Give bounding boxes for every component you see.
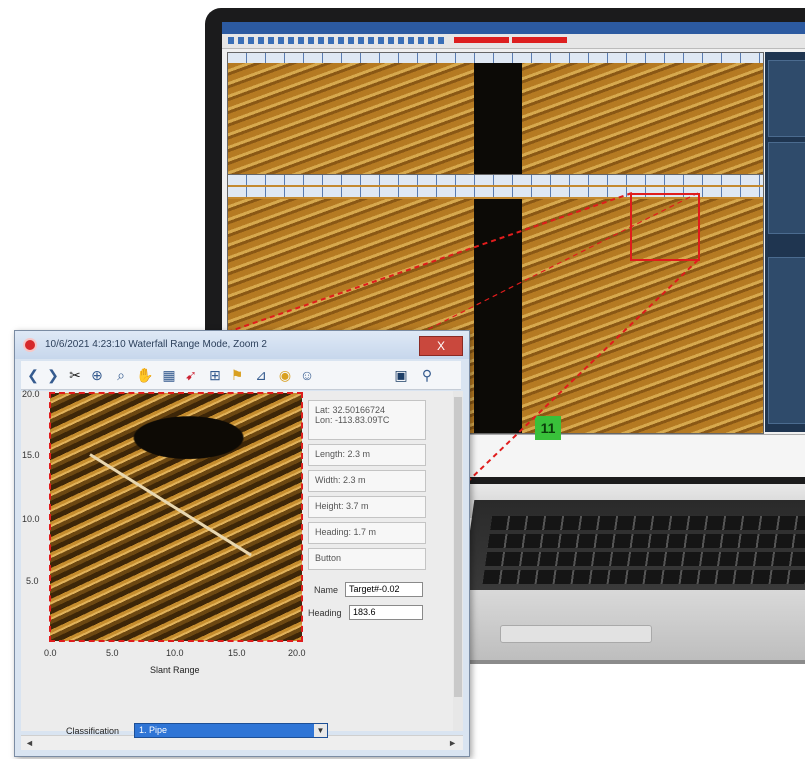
zoom-window-titlebar[interactable]: 10/6/2021 4:23:10 Waterfall Range Mode, … bbox=[15, 331, 469, 359]
hand-icon[interactable]: ✋ bbox=[135, 365, 155, 385]
side-panel-view[interactable] bbox=[768, 60, 805, 137]
toolbar-icon[interactable] bbox=[238, 37, 244, 44]
zoom-image-border bbox=[49, 392, 303, 642]
chat-icon[interactable]: ☺ bbox=[297, 365, 317, 385]
status-bar-red bbox=[454, 37, 509, 43]
x-tick-label: 10.0 bbox=[166, 648, 184, 658]
trackpad bbox=[500, 625, 652, 643]
length-field: Length: 2.3 m bbox=[308, 444, 426, 466]
vertical-scrollbar[interactable] bbox=[453, 391, 463, 731]
toolbar-icon[interactable] bbox=[248, 37, 254, 44]
scroll-right-icon[interactable]: ► bbox=[448, 738, 457, 748]
toolbar-icon[interactable] bbox=[418, 37, 424, 44]
flag-icon[interactable]: ⚑ bbox=[227, 365, 247, 385]
range-ruler bbox=[228, 175, 763, 185]
app-icon bbox=[23, 338, 37, 352]
range-ruler bbox=[228, 53, 763, 63]
x-axis-label: Slant Range bbox=[150, 665, 200, 675]
y-tick-label: 5.0 bbox=[26, 576, 39, 586]
name-label: Name bbox=[314, 585, 339, 595]
toolbar-icon[interactable] bbox=[308, 37, 314, 44]
toolbar-icon[interactable] bbox=[288, 37, 294, 44]
keyboard bbox=[461, 500, 805, 590]
zoom-toolbar: ❮ ❯ ✂ ⊕ ⌕ ✋ ▦ ➹ ⊞ ⚑ ⊿ ◉ ☺ ▣ ⚲ bbox=[21, 361, 461, 390]
width-field: Width: 2.3 m bbox=[308, 470, 426, 492]
pin-icon[interactable]: ⚲ bbox=[417, 365, 437, 385]
scissors-icon[interactable]: ✂ bbox=[65, 365, 85, 385]
position-field: Lat: 32.50166724 Lon: -113.83.09TC bbox=[308, 400, 426, 440]
toolbar-icon[interactable] bbox=[408, 37, 414, 44]
toolbar-icon[interactable] bbox=[348, 37, 354, 44]
toolbar-icon[interactable] bbox=[368, 37, 374, 44]
toolbar-icon[interactable] bbox=[428, 37, 434, 44]
classification-select[interactable]: 1. Pipe ▼ bbox=[134, 723, 328, 738]
lon-value: Lon: -113.83.09TC bbox=[315, 415, 390, 425]
toolbar-icon[interactable] bbox=[278, 37, 284, 44]
zoom-selection-box[interactable] bbox=[630, 193, 700, 261]
chevron-down-icon[interactable]: ▼ bbox=[314, 724, 327, 737]
key-row bbox=[482, 570, 805, 584]
grid-icon[interactable]: ▦ bbox=[159, 365, 179, 385]
app-toolbar bbox=[222, 34, 805, 49]
toolbar-icon[interactable] bbox=[378, 37, 384, 44]
side-panel-view[interactable] bbox=[768, 257, 805, 424]
scroll-left-icon[interactable]: ◄ bbox=[25, 738, 34, 748]
toolbar-icon[interactable] bbox=[338, 37, 344, 44]
status-indicator: 11 bbox=[535, 416, 561, 440]
toolbar-icon[interactable] bbox=[268, 37, 274, 44]
toolbar-icon[interactable] bbox=[258, 37, 264, 44]
heading-field: Heading: 1.7 m bbox=[308, 522, 426, 544]
key-row bbox=[485, 552, 805, 566]
x-tick-label: 15.0 bbox=[228, 648, 246, 658]
key-row bbox=[487, 534, 805, 548]
sonar-image[interactable] bbox=[228, 63, 763, 175]
forward-icon[interactable]: ❯ bbox=[43, 365, 63, 385]
key-row bbox=[490, 516, 805, 530]
cursor-icon[interactable]: ➹ bbox=[181, 365, 201, 385]
status-bar-red bbox=[512, 37, 567, 43]
side-panel-view[interactable] bbox=[768, 142, 805, 234]
back-icon[interactable]: ❮ bbox=[23, 365, 43, 385]
toolbar-icon[interactable] bbox=[438, 37, 444, 44]
y-tick-label: 10.0 bbox=[22, 514, 40, 524]
chart-icon[interactable]: ⊿ bbox=[251, 365, 271, 385]
y-tick-label: 15.0 bbox=[22, 450, 40, 460]
classification-label: Classification bbox=[66, 726, 120, 736]
magnify-icon[interactable]: ⌕ bbox=[111, 365, 131, 385]
layout-icon[interactable]: ⊞ bbox=[205, 365, 225, 385]
toolbar-icon[interactable] bbox=[298, 37, 304, 44]
height-field: Height: 3.7 m bbox=[308, 496, 426, 518]
y-tick-label: 20.0 bbox=[22, 389, 40, 399]
lat-value: Lat: 32.50166724 bbox=[315, 405, 386, 415]
x-tick-label: 20.0 bbox=[288, 648, 306, 658]
heading-input[interactable]: 183.6 bbox=[349, 605, 423, 620]
camera-icon[interactable]: ◉ bbox=[275, 365, 295, 385]
x-tick-label: 5.0 bbox=[106, 648, 119, 658]
sonar-waterfall-top[interactable] bbox=[227, 52, 764, 176]
toolbar-icon[interactable] bbox=[228, 37, 234, 44]
button-field[interactable]: Button bbox=[308, 548, 426, 570]
toolbar-icon[interactable] bbox=[388, 37, 394, 44]
heading-label: Heading bbox=[308, 608, 342, 618]
toolbar-icon[interactable] bbox=[358, 37, 364, 44]
side-panel bbox=[765, 52, 805, 432]
toolbar-icon[interactable] bbox=[398, 37, 404, 44]
laptop-base-edge bbox=[462, 660, 805, 664]
toolbar-icon[interactable] bbox=[328, 37, 334, 44]
save-icon[interactable]: ▣ bbox=[391, 365, 411, 385]
close-button[interactable]: X bbox=[419, 336, 463, 356]
scrollbar-thumb[interactable] bbox=[454, 397, 462, 697]
name-input[interactable]: Target#-0.02 bbox=[345, 582, 423, 597]
app-titlebar bbox=[222, 22, 805, 34]
classification-value: 1. Pipe bbox=[139, 725, 168, 735]
zoom-icon[interactable]: ⊕ bbox=[87, 365, 107, 385]
x-tick-label: 0.0 bbox=[44, 648, 57, 658]
toolbar-icon[interactable] bbox=[318, 37, 324, 44]
zoom-window-title: 10/6/2021 4:23:10 Waterfall Range Mode, … bbox=[45, 339, 267, 350]
